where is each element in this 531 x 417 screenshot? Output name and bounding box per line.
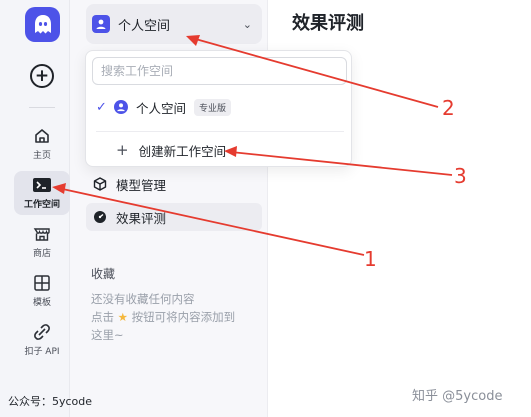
workspace-option-personal[interactable]: ✓ 个人空间 专业版: [96, 94, 343, 120]
workspace-option-label: 个人空间: [136, 100, 187, 116]
workspace-avatar: [92, 15, 110, 33]
rail-item-workspace[interactable]: 工作空间: [14, 171, 70, 215]
workspace-avatar: [114, 100, 128, 114]
rail-item-template[interactable]: 模板: [14, 269, 70, 313]
page-title: 效果评测: [292, 13, 364, 34]
user-icon: [117, 103, 125, 112]
favorites-empty-line-2-post: 按钮可将内容添加到: [131, 310, 236, 324]
terminal-icon: [33, 178, 51, 192]
check-icon: ✓: [96, 99, 107, 115]
favorites-empty-line-3: 这里~: [91, 328, 124, 342]
ghost-logo-icon: [34, 14, 51, 33]
annotation-number-1: 1: [364, 247, 377, 271]
workspace-dropdown: ✓ 个人空间 专业版 + 创建新工作空间: [85, 50, 352, 167]
workspace-search-input[interactable]: [92, 57, 347, 85]
user-icon: [96, 19, 106, 29]
favorites-empty-line-1: 还没有收藏任何内容: [91, 292, 195, 306]
plus-icon: +: [34, 65, 50, 86]
create-workspace-label: 创建新工作空间: [138, 143, 227, 159]
rail-item-label: 工作空间: [23, 200, 60, 210]
gauge-icon: [92, 209, 108, 225]
api-icon: [34, 324, 50, 340]
home-icon: [35, 129, 49, 143]
nav-item-model-management[interactable]: 模型管理: [86, 170, 262, 198]
workspace-name: 个人空间: [118, 18, 171, 34]
nav-item-label: 模型管理: [116, 177, 167, 193]
store-icon: [33, 228, 50, 241]
template-icon: [34, 275, 50, 291]
favorites-title: 收藏: [91, 267, 116, 281]
star-icon: ★: [117, 310, 128, 324]
watermark-right: 知乎 @5ycode: [412, 389, 503, 404]
create-workspace-button[interactable]: + 创建新工作空间: [116, 137, 226, 163]
rail-item-label: 主页: [32, 151, 51, 161]
annotation-number-3: 3: [454, 164, 467, 188]
plan-badge: 专业版: [194, 98, 232, 116]
rail-item-store[interactable]: 商店: [14, 220, 70, 264]
dropdown-divider: [96, 131, 344, 132]
workspace-selector[interactable]: 个人空间 ⌄: [86, 4, 262, 44]
rail-item-api[interactable]: 扣子 API: [14, 318, 70, 362]
favorites-empty-line-2: 点击 ★ 按钮可将内容添加到: [91, 308, 266, 326]
watermark-left: 公众号：5ycode: [8, 395, 93, 408]
plus-icon: +: [116, 141, 129, 159]
nav-item-label: 效果评测: [116, 210, 167, 226]
nav-item-evaluation[interactable]: 效果评测: [86, 203, 262, 231]
rail-item-label: 商店: [32, 249, 51, 259]
chevron-down-icon: ⌄: [242, 17, 252, 31]
app-logo[interactable]: [25, 7, 60, 42]
annotation-number-2: 2: [442, 96, 455, 120]
left-rail: + 主页 工作空间 商店 模板 扣子 API: [0, 0, 70, 417]
rail-divider: [29, 107, 55, 108]
rail-item-label: 模板: [32, 298, 51, 308]
rail-item-label: 扣子 API: [24, 347, 60, 357]
create-plus-button[interactable]: +: [30, 64, 54, 88]
favorites-empty-line-2-pre: 点击: [91, 310, 114, 324]
favorites-empty-text: 还没有收藏任何内容 点击 ★ 按钮可将内容添加到 这里~: [91, 290, 266, 344]
rail-item-home[interactable]: 主页: [14, 122, 70, 166]
cube-icon: [92, 176, 108, 192]
